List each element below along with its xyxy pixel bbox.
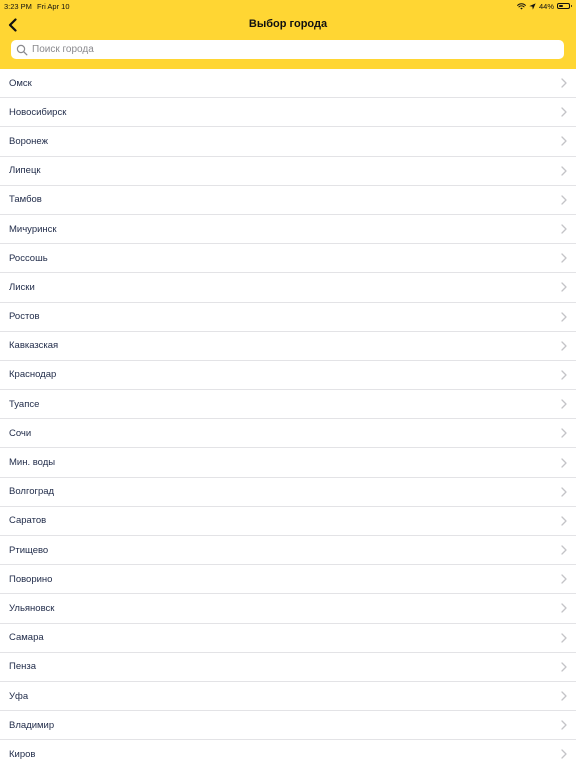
list-item[interactable]: Новосибирск <box>0 98 576 128</box>
chevron-right-icon <box>561 574 567 584</box>
page-title: Выбор города <box>248 18 328 30</box>
chevron-right-icon <box>561 107 567 117</box>
city-name: Воронеж <box>9 135 48 147</box>
city-name: Мичуринск <box>9 223 57 235</box>
city-name: Кавказская <box>9 340 59 352</box>
city-list: Омск Новосибирск Воронеж Липецк Тамбов М… <box>0 69 576 768</box>
list-item[interactable]: Мин. воды <box>0 448 576 478</box>
battery-cap <box>570 5 572 7</box>
city-name: Сочи <box>9 427 32 439</box>
list-item[interactable]: Туапсе <box>0 390 576 420</box>
battery-percent: 44% <box>538 1 554 11</box>
city-name: Пенза <box>9 661 36 673</box>
chevron-right-icon <box>561 545 567 555</box>
city-name: Уфа <box>9 690 29 702</box>
list-item[interactable]: Ртищево <box>0 536 576 566</box>
list-item[interactable]: Воронеж <box>0 127 576 157</box>
city-name: Туапсе <box>9 398 40 410</box>
battery-icon <box>557 3 572 9</box>
city-name: Волгоград <box>9 486 55 498</box>
list-item[interactable]: Пенза <box>0 653 576 682</box>
city-name: Владимир <box>9 719 55 731</box>
list-item[interactable]: Мичуринск <box>0 215 576 245</box>
list-item[interactable]: Уфа <box>0 682 576 712</box>
chevron-right-icon <box>561 749 567 760</box>
list-item[interactable]: Тамбов <box>0 186 576 215</box>
chevron-right-icon <box>561 399 567 409</box>
chevron-right-icon <box>561 253 567 263</box>
city-name: Ртищево <box>9 544 49 556</box>
chevron-right-icon <box>561 487 567 497</box>
chevron-right-icon <box>561 341 567 351</box>
chevron-right-icon <box>561 428 567 438</box>
city-name: Самара <box>9 632 44 644</box>
city-name: Россошь <box>9 252 48 264</box>
chevron-right-icon <box>561 224 567 234</box>
chevron-right-icon <box>561 166 567 176</box>
city-name: Киров <box>9 748 36 760</box>
search-input[interactable] <box>32 40 557 59</box>
chevron-right-icon <box>561 633 567 643</box>
wifi-icon <box>517 2 526 9</box>
city-name: Омск <box>9 77 32 89</box>
list-item[interactable]: Липецк <box>0 157 576 186</box>
status-bar: 3:23 PM Fri Apr 10 44% <box>0 0 576 12</box>
city-picker-screen: 3:23 PM Fri Apr 10 44% Выбор города Поис… <box>0 0 576 768</box>
search-box[interactable] <box>11 40 564 59</box>
list-item[interactable]: Саратов <box>0 507 576 536</box>
search-icon <box>16 44 28 56</box>
city-name: Краснодар <box>9 369 57 381</box>
city-name: Новосибирск <box>9 106 67 118</box>
list-item[interactable]: Россошь <box>0 244 576 274</box>
chevron-right-icon <box>561 516 567 526</box>
list-item[interactable]: Краснодар <box>0 361 576 391</box>
city-name: Липецк <box>9 165 41 177</box>
status-indicators: 44% <box>517 1 572 11</box>
chevron-right-icon <box>561 603 567 614</box>
list-item[interactable]: Киров <box>0 740 576 768</box>
city-name: Лиски <box>9 281 35 293</box>
city-name: Тамбов <box>9 194 42 206</box>
header: 3:23 PM Fri Apr 10 44% Выбор города Поис… <box>0 0 576 69</box>
list-item[interactable]: Ростов <box>0 303 576 332</box>
chevron-right-icon <box>561 370 567 380</box>
chevron-right-icon <box>561 691 567 701</box>
city-name: Саратов <box>9 515 47 527</box>
list-item[interactable]: Самара <box>0 624 576 653</box>
list-item[interactable]: Кавказская <box>0 332 576 361</box>
list-item[interactable]: Поворино <box>0 565 576 595</box>
chevron-right-icon <box>561 282 567 293</box>
city-name: Ульяновск <box>9 602 55 614</box>
chevron-right-icon <box>561 662 567 672</box>
chevron-right-icon <box>561 195 567 205</box>
status-time: 3:23 PM <box>4 2 32 11</box>
nav-bar: Выбор города <box>0 12 576 38</box>
battery-fill <box>559 5 563 7</box>
status-date: Fri Apr 10 <box>37 2 70 11</box>
chevron-right-icon <box>561 136 567 147</box>
location-arrow-icon <box>529 2 536 10</box>
list-item[interactable]: Владимир <box>0 711 576 741</box>
chevron-right-icon <box>561 78 567 88</box>
list-item[interactable]: Сочи <box>0 419 576 449</box>
list-item[interactable]: Лиски <box>0 273 576 303</box>
list-item[interactable]: Омск <box>0 69 576 99</box>
chevron-right-icon <box>561 457 567 468</box>
chevron-right-icon <box>561 311 567 322</box>
city-name: Поворино <box>9 573 53 585</box>
list-item[interactable]: Ульяновск <box>0 594 576 624</box>
chevron-right-icon <box>561 720 567 730</box>
city-name: Ростов <box>9 311 40 323</box>
city-name: Мин. воды <box>9 457 56 469</box>
list-item[interactable]: Волгоград <box>0 478 576 507</box>
